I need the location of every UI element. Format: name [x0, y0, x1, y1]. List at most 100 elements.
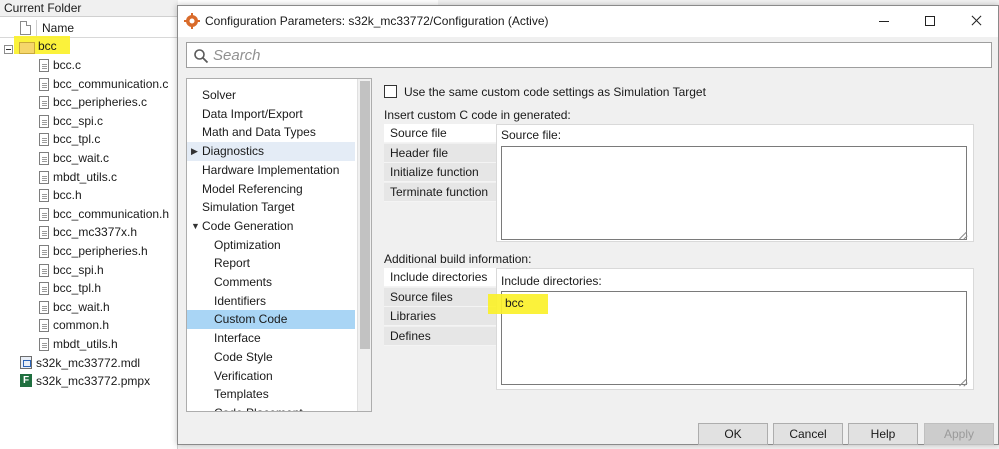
nav-item-comments[interactable]: Comments: [187, 273, 355, 292]
cancel-button[interactable]: Cancel: [773, 423, 843, 445]
tree-item-file[interactable]: bcc_peripheries.c: [53, 93, 147, 111]
tab-terminate-function[interactable]: Terminate function: [384, 182, 496, 202]
tree-item-file[interactable]: mbdt_utils.h: [53, 335, 118, 353]
nav-item-code-style[interactable]: Code Style: [187, 348, 355, 367]
collapse-toggle-icon[interactable]: [4, 45, 13, 54]
nav-item-templates[interactable]: Templates: [187, 385, 355, 404]
file-icon: [39, 319, 49, 333]
tab-libraries[interactable]: Libraries: [384, 307, 496, 327]
nav-item-interface[interactable]: Interface: [187, 329, 355, 348]
nav-item-optimization[interactable]: Optimization: [187, 236, 355, 255]
nav-item-verification[interactable]: Verification: [187, 367, 355, 386]
source-file-label: Source file:: [501, 128, 562, 142]
file-icon: [39, 170, 49, 184]
nav-item-math-and-data-types[interactable]: Math and Data Types: [187, 123, 355, 142]
nav-item-solver[interactable]: Solver: [187, 86, 355, 105]
tree-item-file[interactable]: bcc.h: [53, 186, 82, 204]
folder-icon: [19, 42, 35, 54]
configuration-parameters-dialog: Configuration Parameters: s32k_mc33772/C…: [177, 5, 999, 445]
search-box[interactable]: [186, 42, 992, 68]
expand-down-arrow-icon[interactable]: ▼: [191, 217, 200, 236]
apply-button[interactable]: Apply: [924, 423, 994, 445]
tree-item-file[interactable]: bcc_peripheries.h: [53, 242, 148, 260]
tree-item-file[interactable]: mbdt_utils.c: [53, 168, 117, 186]
nav-item-model-referencing[interactable]: Model Referencing: [187, 180, 355, 199]
scrollbar-thumb[interactable]: [360, 81, 370, 349]
tree-item-file[interactable]: common.h: [53, 316, 109, 334]
source-file-textarea[interactable]: [501, 146, 967, 240]
maximize-icon: [925, 16, 935, 26]
include-directories-label: Include directories:: [501, 274, 602, 288]
tree-item-label: s32k_mc33772.pmpx: [36, 374, 151, 389]
nav-item-label: Diagnostics: [202, 144, 265, 159]
project-file-icon: F: [20, 374, 32, 388]
tab-include-directories[interactable]: Include directories: [384, 268, 496, 287]
name-column-label[interactable]: Name: [42, 21, 74, 35]
minimize-button[interactable]: [861, 6, 907, 36]
help-button[interactable]: Help: [848, 423, 918, 445]
tree-item-bcc-folder[interactable]: bcc: [38, 37, 57, 55]
tree-item-label: mbdt_utils.h: [53, 337, 118, 351]
current-folder-panel: Current Folder Name bcc bcc.c bcc_communi…: [0, 0, 178, 449]
tree-item-file[interactable]: bcc_mc3377x.h: [53, 223, 137, 241]
tree-item-file[interactable]: bcc_communication.h: [53, 205, 169, 223]
current-folder-title: Current Folder: [0, 0, 178, 17]
build-info-group-label: Additional build information:: [384, 252, 532, 266]
nav-item-label: Optimization: [214, 237, 281, 252]
nav-item-diagnostics[interactable]: ▶ Diagnostics: [187, 142, 355, 162]
tree-item-file[interactable]: bcc.c: [53, 56, 81, 74]
resize-grip-icon[interactable]: [959, 378, 967, 386]
file-icon: [39, 226, 49, 240]
nav-item-label: Code Placement: [214, 404, 303, 411]
insert-code-group-label: Insert custom C code in generated:: [384, 108, 571, 122]
nav-item-label: Hardware Implementation: [202, 162, 340, 177]
nav-item-custom-code[interactable]: Custom Code: [187, 310, 355, 330]
tree-item-file[interactable]: bcc_spi.h: [53, 261, 104, 279]
nav-item-code-placement[interactable]: Code Placement: [187, 404, 355, 411]
nav-item-data-import-export[interactable]: Data Import/Export: [187, 105, 355, 124]
tree-item-file[interactable]: bcc_wait.c: [53, 149, 109, 167]
dialog-titlebar[interactable]: Configuration Parameters: s32k_mc33772/C…: [178, 6, 998, 37]
tab-header-file[interactable]: Header file: [384, 143, 496, 163]
nav-item-hardware-implementation[interactable]: Hardware Implementation: [187, 161, 355, 180]
category-tree: Solver Data Import/Export Math and Data Ty…: [186, 78, 372, 412]
tab-defines[interactable]: Defines: [384, 326, 496, 346]
tree-item-label: bcc_wait.h: [53, 299, 110, 314]
tree-item-label: bcc_mc3377x.h: [53, 225, 138, 240]
ok-button[interactable]: OK: [698, 423, 768, 445]
tree-item-file[interactable]: bcc_tpl.h: [53, 279, 101, 297]
nav-item-label: Simulation Target: [202, 200, 295, 215]
tree-item-file[interactable]: bcc_tpl.c: [53, 130, 100, 148]
nav-item-label: Comments: [214, 275, 273, 289]
file-icon: [39, 96, 49, 110]
nav-item-label: Code Style: [214, 349, 273, 364]
tab-source-file[interactable]: Source file: [384, 124, 496, 143]
close-button[interactable]: [953, 6, 999, 36]
file-type-icon: [20, 21, 31, 35]
nav-item-simulation-target[interactable]: Simulation Target: [187, 198, 355, 217]
category-tree-scrollbar[interactable]: [357, 79, 371, 411]
tree-item-label: bcc_tpl.h: [53, 281, 102, 296]
tree-item-model-file[interactable]: s32k_mc33772.mdl: [36, 354, 140, 372]
tree-item-file[interactable]: bcc_wait.h: [53, 298, 110, 316]
nav-item-label: Math and Data Types: [202, 125, 316, 140]
nav-item-code-generation[interactable]: ▼ Code Generation: [187, 217, 355, 236]
tree-item-label: bcc.h: [53, 188, 82, 203]
same-settings-checkbox[interactable]: [384, 85, 397, 98]
nav-item-report[interactable]: Report: [187, 254, 355, 273]
nav-item-identifiers[interactable]: Identifiers: [187, 292, 355, 311]
tab-source-files[interactable]: Source files: [384, 287, 496, 307]
tree-item-file[interactable]: bcc_spi.c: [53, 112, 103, 130]
folder-column-header[interactable]: Name: [0, 18, 178, 38]
search-icon: [194, 49, 209, 64]
tab-initialize-function[interactable]: Initialize function: [384, 163, 496, 183]
maximize-button[interactable]: [907, 6, 953, 36]
resize-grip-icon[interactable]: [959, 231, 967, 239]
tree-item-project-file[interactable]: s32k_mc33772.pmpx: [36, 372, 150, 390]
nav-item-label: Interface: [214, 331, 261, 346]
expand-right-arrow-icon[interactable]: ▶: [191, 142, 198, 161]
include-directories-textarea[interactable]: bcc: [488, 291, 967, 385]
tree-item-file[interactable]: bcc_communication.c: [53, 75, 168, 93]
search-input[interactable]: [213, 45, 973, 65]
file-icon: [39, 189, 49, 203]
